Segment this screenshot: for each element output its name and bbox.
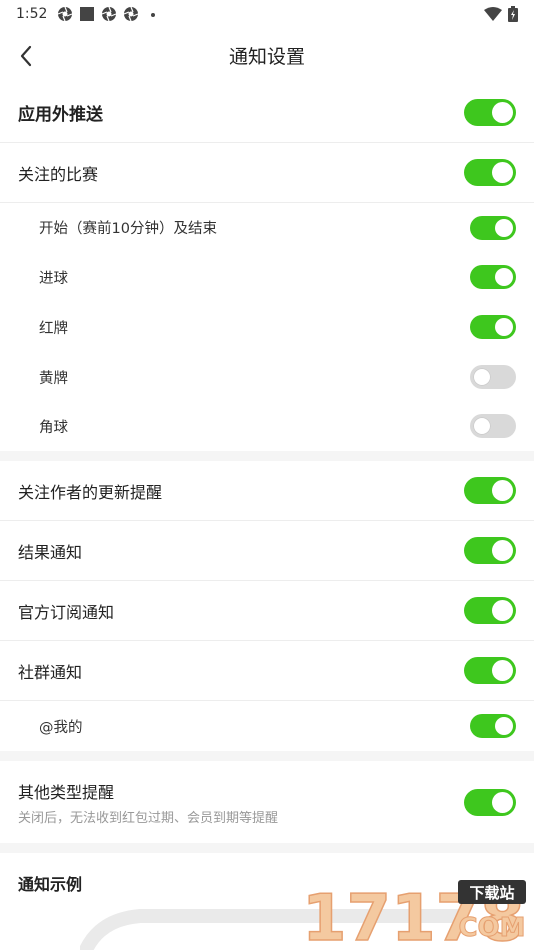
toggle-followed-matches[interactable] bbox=[464, 159, 516, 186]
aperture-icon bbox=[58, 6, 73, 22]
toggle-mention[interactable] bbox=[470, 714, 516, 738]
setting-row-corner: 角球 bbox=[0, 402, 534, 451]
status-time: 1:52 bbox=[16, 6, 48, 22]
toggle-start-end[interactable] bbox=[470, 216, 516, 240]
dot-icon bbox=[151, 13, 156, 17]
setting-desc-other: 关闭后，无法收到红包过期、会员到期等提醒 bbox=[18, 810, 279, 826]
setting-row-yellow-card: 黄牌 bbox=[0, 352, 534, 402]
toggle-community[interactable] bbox=[464, 657, 516, 684]
stop-square-icon bbox=[80, 7, 95, 21]
setting-label-author-updates: 关注作者的更新提醒 bbox=[18, 482, 163, 502]
battery-charging-icon bbox=[508, 6, 518, 22]
toggle-push[interactable] bbox=[464, 99, 516, 126]
setting-label-start-end: 开始（赛前10分钟）及结束 bbox=[39, 221, 217, 237]
setting-label-result: 结果通知 bbox=[18, 542, 83, 562]
page-title: 通知设置 bbox=[228, 46, 305, 68]
setting-label-official-sub: 官方订阅通知 bbox=[18, 602, 115, 622]
back-button[interactable] bbox=[8, 38, 44, 74]
toggle-corner[interactable] bbox=[470, 414, 516, 438]
watermark-domain: COM bbox=[458, 913, 525, 943]
setting-row-official-sub: 官方订阅通知 bbox=[0, 581, 534, 640]
setting-label-goal: 进球 bbox=[39, 270, 68, 287]
setting-row-result: 结果通知 bbox=[0, 521, 534, 580]
status-system-icons bbox=[484, 6, 518, 22]
toggle-official-sub[interactable] bbox=[464, 597, 516, 624]
setting-label-yellow-card: 黄牌 bbox=[39, 370, 68, 387]
watermark-logo: 17178 下载站 COM bbox=[300, 876, 530, 950]
setting-label-community: 社群通知 bbox=[18, 662, 83, 682]
setting-label-push: 应用外推送 bbox=[18, 105, 103, 125]
setting-row-goal: 进球 bbox=[0, 252, 534, 302]
example-title: 通知示例 bbox=[18, 875, 83, 894]
wifi-icon bbox=[484, 7, 502, 21]
setting-row-start-end: 开始（赛前10分钟）及结束 bbox=[0, 203, 534, 252]
watermark-tag: 下载站 bbox=[469, 884, 514, 902]
aperture-icon bbox=[102, 6, 117, 22]
setting-row-mention: @我的 bbox=[0, 701, 534, 751]
setting-row-red-card: 红牌 bbox=[0, 302, 534, 352]
setting-label-followed-matches: 关注的比赛 bbox=[18, 164, 99, 184]
nav-bar: 通知设置 bbox=[0, 28, 534, 83]
toggle-yellow-card[interactable] bbox=[470, 365, 516, 389]
status-notification-icons bbox=[57, 6, 161, 22]
setting-label-red-card: 红牌 bbox=[39, 320, 68, 337]
chevron-left-icon bbox=[20, 45, 32, 67]
watermark-graphic: 17178 下载站 COM bbox=[301, 880, 526, 950]
setting-row-followed-matches: 关注的比赛 bbox=[0, 143, 534, 202]
toggle-author-updates[interactable] bbox=[464, 477, 516, 504]
toggle-other[interactable] bbox=[464, 789, 516, 816]
aperture-icon bbox=[124, 6, 139, 22]
setting-row-other: 其他类型提醒 关闭后，无法收到红包过期、会员到期等提醒 bbox=[0, 761, 534, 843]
setting-row-push: 应用外推送 bbox=[0, 83, 534, 142]
setting-label-other: 其他类型提醒 bbox=[18, 782, 115, 802]
toggle-red-card[interactable] bbox=[470, 315, 516, 339]
toggle-goal[interactable] bbox=[470, 265, 516, 289]
toggle-result[interactable] bbox=[464, 537, 516, 564]
setting-row-community: 社群通知 bbox=[0, 641, 534, 700]
setting-label-mention: @我的 bbox=[39, 719, 83, 736]
setting-row-author-updates: 关注作者的更新提醒 bbox=[0, 461, 534, 520]
status-bar: 1:52 bbox=[0, 0, 534, 28]
setting-label-corner: 角球 bbox=[39, 420, 68, 436]
